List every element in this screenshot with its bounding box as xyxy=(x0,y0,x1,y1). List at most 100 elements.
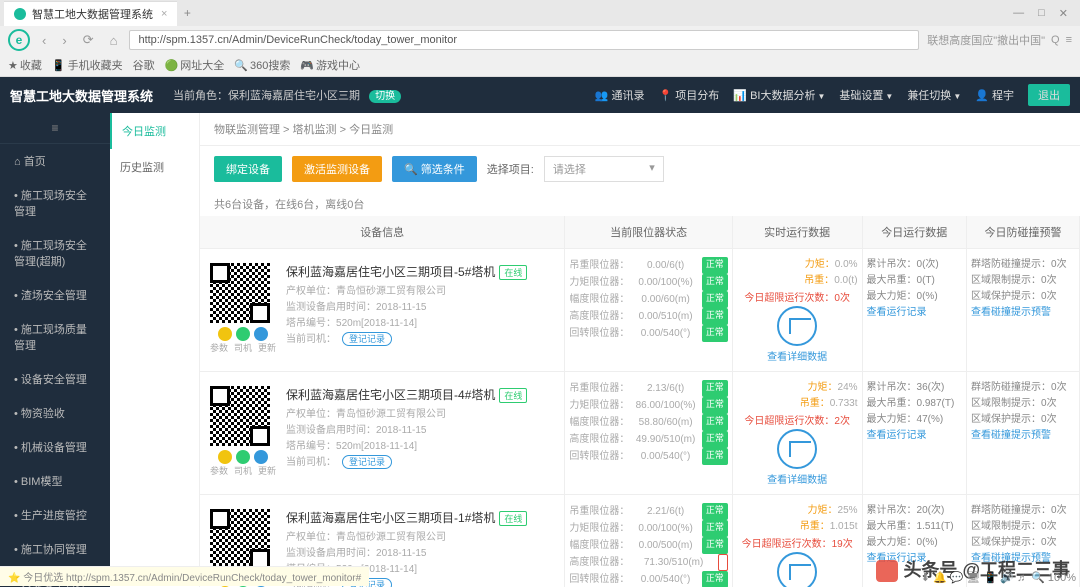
crane-icon xyxy=(777,306,817,346)
sidebar-item[interactable]: • 施工现场质量管理 xyxy=(0,312,110,362)
activate-device-button[interactable]: 激活监测设备 xyxy=(292,156,382,182)
run-record-link[interactable]: 查看运行记录 xyxy=(867,428,963,444)
bookmark-item[interactable]: 🟢 网址大全 xyxy=(165,57,225,73)
maximize-icon[interactable]: □ xyxy=(1038,7,1045,20)
detail-link[interactable]: 查看详细数据 xyxy=(737,471,858,486)
status-badge: 在线 xyxy=(499,388,527,403)
role-label: 当前角色：保利蓝海嘉居住宅小区三期 切换 xyxy=(173,87,401,103)
record-button[interactable]: 登记记录 xyxy=(342,455,392,469)
driver-icon[interactable] xyxy=(236,327,250,341)
sidebar-item[interactable]: ⌂ 首页 xyxy=(0,144,110,178)
sub-item-today[interactable]: 今日监测 xyxy=(110,113,199,149)
collision-link[interactable]: 查看碰撞提示预警 xyxy=(971,305,1075,321)
close-icon[interactable]: × xyxy=(161,8,167,20)
status-badge: 在线 xyxy=(499,265,527,280)
param-icon[interactable] xyxy=(218,450,232,464)
tray-icons: ⬇ 🔔 💬 🖥 📱 🔊 ♬ 🔍 100% xyxy=(921,571,1076,584)
home-icon[interactable]: ⌂ xyxy=(106,33,122,48)
qr-code xyxy=(210,386,270,446)
limit-status: 正常 xyxy=(702,308,728,325)
switch-role-button[interactable]: 切换 xyxy=(369,90,401,103)
project-select[interactable]: 请选择▾ xyxy=(544,156,664,182)
sidebar-collapse-icon[interactable]: ≡ xyxy=(0,113,110,144)
bookmark-item[interactable]: 谷歌 xyxy=(133,57,155,73)
run-record-link[interactable]: 查看运行记录 xyxy=(867,305,963,321)
sidebar-item[interactable]: • 物资验收 xyxy=(0,396,110,430)
filter-button[interactable]: 🔍 筛选条件 xyxy=(392,156,477,182)
limit-status: 正常 xyxy=(702,571,728,587)
bind-device-button[interactable]: 绑定设备 xyxy=(214,156,282,182)
crane-icon xyxy=(777,429,817,469)
content-area: 物联监测管理 > 塔机监测 > 今日监测 绑定设备 激活监测设备 🔍 筛选条件 … xyxy=(200,113,1080,587)
window-controls: — □ ✕ xyxy=(1013,7,1076,20)
device-table: 设备信息当前限位器状态实时运行数据今日运行数据今日防碰撞预警 参数司机更新保利蓝… xyxy=(200,216,1080,587)
minimize-icon[interactable]: — xyxy=(1013,7,1024,20)
headline-text[interactable]: 联想高度国应"撤出中国" xyxy=(927,32,1045,48)
sidebar-item[interactable]: • 设备安全管理 xyxy=(0,362,110,396)
overflow-link[interactable]: 今日超限运行次数：0次 xyxy=(737,289,858,304)
menu-icon[interactable]: ≡ xyxy=(1066,34,1072,46)
sidebar-item[interactable]: • 渣场安全管理 xyxy=(0,278,110,312)
sub-item-history[interactable]: 历史监测 xyxy=(110,149,199,185)
update-icon[interactable] xyxy=(254,327,268,341)
table-row: 参数司机更新保利蓝海嘉居住宅小区三期项目-5#塔机在线产权单位：青岛恒砂源工贸有… xyxy=(200,249,1080,372)
qr-code xyxy=(210,509,270,569)
search-icon[interactable]: Q xyxy=(1051,34,1060,46)
detail-link[interactable]: 查看详细数据 xyxy=(737,348,858,363)
bookmark-bar: ★ 收藏 📱 手机收藏夹 谷歌 🟢 网址大全 🔍 360搜索 🎮 游戏中心 xyxy=(0,54,1080,76)
sidebar-item[interactable]: • 生产进度管控 xyxy=(0,498,110,532)
limit-status: 正常 xyxy=(702,397,728,414)
sidebar-item[interactable]: • BIM模型 xyxy=(0,464,110,498)
bookmark-item[interactable]: 🎮 游戏中心 xyxy=(300,57,360,73)
column-header: 今日运行数据 xyxy=(862,216,967,249)
nav-user[interactable]: 👤 程宇 xyxy=(975,87,1014,103)
nav-contacts[interactable]: 👥 通讯录 xyxy=(595,87,645,103)
limit-status: 正常 xyxy=(702,414,728,431)
limit-status: 正常 xyxy=(702,325,728,342)
limit-status: 正常 xyxy=(702,537,728,554)
sidebar-item[interactable]: • 施工现场安全管理(超期) xyxy=(0,228,110,278)
driver-icon[interactable] xyxy=(236,450,250,464)
sidebar-item[interactable]: • 机械设备管理 xyxy=(0,430,110,464)
new-tab-button[interactable]: + xyxy=(177,6,197,20)
close-window-icon[interactable]: ✕ xyxy=(1059,7,1068,20)
refresh-icon[interactable]: ⟳ xyxy=(79,32,98,48)
sidebar-item[interactable]: • 施工现场安全管理 xyxy=(0,178,110,228)
nav-settings[interactable]: 基础设置▼ xyxy=(839,87,893,103)
bookmark-item[interactable]: 🔍 360搜索 xyxy=(234,57,290,73)
url-input[interactable]: http://spm.1357.cn/Admin/DeviceRunCheck/… xyxy=(129,30,919,50)
param-icon[interactable] xyxy=(218,327,232,341)
select-label: 选择项目: xyxy=(487,161,534,177)
tab-bar: 智慧工地大数据管理系统 × + — □ ✕ xyxy=(0,0,1080,26)
browser-tab[interactable]: 智慧工地大数据管理系统 × xyxy=(4,1,177,26)
table-row: 参数司机更新保利蓝海嘉居住宅小区三期项目-4#塔机在线产权单位：青岛恒砂源工贸有… xyxy=(200,372,1080,495)
toolbar: 绑定设备 激活监测设备 🔍 筛选条件 选择项目: 请选择▾ xyxy=(200,146,1080,192)
record-button[interactable]: 登记记录 xyxy=(342,332,392,346)
nav-projects[interactable]: 📍 项目分布 xyxy=(659,87,720,103)
column-header: 实时运行数据 xyxy=(732,216,862,249)
forward-icon[interactable]: › xyxy=(58,33,70,48)
app-header: 智慧工地大数据管理系统 当前角色：保利蓝海嘉居住宅小区三期 切换 👥 通讯录 📍… xyxy=(0,77,1080,113)
logout-button[interactable]: 退出 xyxy=(1028,84,1070,106)
browser-chrome: 智慧工地大数据管理系统 × + — □ ✕ e ‹ › ⟳ ⌂ http://s… xyxy=(0,0,1080,77)
app-title: 智慧工地大数据管理系统 xyxy=(10,86,153,105)
collision-link[interactable]: 查看碰撞提示预警 xyxy=(971,428,1075,444)
overflow-link[interactable]: 今日超限运行次数：19次 xyxy=(737,535,858,550)
nav-switch[interactable]: 兼任切换▼ xyxy=(907,87,961,103)
column-header: 当前限位器状态 xyxy=(565,216,732,249)
sub-sidebar: 今日监测 历史监测 xyxy=(110,113,200,587)
bookmark-item[interactable]: ★ 收藏 xyxy=(8,57,42,73)
bookmark-item[interactable]: 📱 手机收藏夹 xyxy=(52,57,123,73)
sidebar-item[interactable]: • 施工协同管理 xyxy=(0,532,110,566)
chevron-down-icon: ▾ xyxy=(649,161,655,177)
nav-bi[interactable]: 📊 BI大数据分析▼ xyxy=(733,87,825,103)
back-icon[interactable]: ‹ xyxy=(38,33,50,48)
browser-logo[interactable]: e xyxy=(8,29,30,51)
update-icon[interactable] xyxy=(254,450,268,464)
limit-status: 正常 xyxy=(702,274,728,291)
overflow-link[interactable]: 今日超限运行次数：2次 xyxy=(737,412,858,427)
limit-status: 正常 xyxy=(702,448,728,465)
sidebar: ≡ ⌂ 首页• 施工现场安全管理• 施工现场安全管理(超期)• 渣场安全管理• … xyxy=(0,113,110,587)
breadcrumb: 物联监测管理 > 塔机监测 > 今日监测 xyxy=(200,113,1080,146)
column-header: 设备信息 xyxy=(200,216,565,249)
